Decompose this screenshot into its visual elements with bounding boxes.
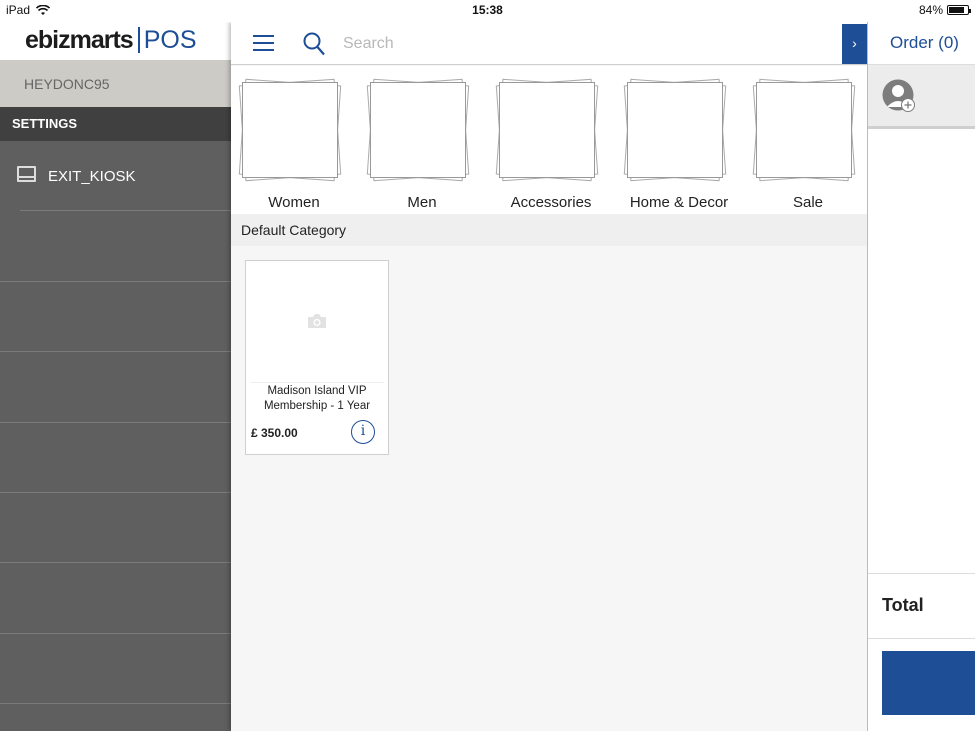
battery-percent: 84% — [918, 3, 943, 17]
battery-fill — [949, 7, 965, 13]
menu-icon[interactable] — [253, 35, 274, 51]
search-bar: › — [231, 22, 867, 65]
order-title[interactable]: Order (0) — [868, 22, 975, 65]
category-label: Sale — [792, 194, 824, 211]
category-image — [238, 78, 342, 182]
product-card[interactable]: Madison Island VIP Membership - 1 Year £… — [245, 260, 389, 455]
camera-icon — [308, 314, 326, 328]
product-price: £ 350.00 — [251, 426, 298, 440]
status-bar: iPad 15:38 84% — [0, 0, 975, 22]
add-customer-icon[interactable] — [882, 79, 916, 113]
search-icon[interactable] — [303, 32, 325, 56]
category-label: Women — [268, 194, 320, 211]
total-label: Total — [868, 573, 975, 639]
category-women[interactable]: Women — [234, 66, 354, 214]
sidebar-item-exit-kiosk[interactable]: EXIT_KIOSK — [0, 141, 231, 211]
product-image-placeholder — [246, 261, 388, 381]
category-image — [752, 78, 856, 182]
divider — [0, 703, 231, 704]
category-label: Accessories — [510, 194, 592, 211]
logo: ebizmarts POS — [25, 26, 197, 55]
sidebar: ebizmarts POS HEYDONC95 SETTINGS EXIT_KIO… — [0, 0, 231, 731]
divider — [0, 633, 231, 634]
order-panel: Order (0) Total — [867, 22, 975, 731]
divider — [0, 492, 231, 493]
status-right: 84% — [918, 3, 971, 17]
category-men[interactable]: Men — [362, 66, 482, 214]
info-icon[interactable]: i — [351, 420, 375, 444]
settings-section-header: SETTINGS — [0, 107, 231, 141]
status-time: 15:38 — [472, 3, 503, 17]
category-accessories[interactable]: Accessories — [491, 66, 611, 214]
tablet-icon — [17, 166, 36, 182]
category-sale[interactable]: Sale — [748, 66, 868, 214]
search-go-button[interactable]: › — [842, 24, 867, 64]
logo-text: ebizmarts — [25, 26, 134, 54]
category-strip: Women Men Accessories Home & Decor Sale — [231, 66, 867, 214]
sidebar-item-label: EXIT_KIOSK — [48, 168, 136, 185]
logo-divider — [137, 27, 140, 53]
customer-row[interactable] — [868, 65, 975, 129]
category-image — [495, 78, 599, 182]
divider — [0, 351, 231, 352]
username-label: HEYDONC95 — [0, 60, 231, 107]
divider — [0, 281, 231, 282]
search-input[interactable] — [343, 31, 823, 57]
divider — [0, 562, 231, 563]
category-label: Men — [407, 194, 437, 211]
category-image — [366, 78, 470, 182]
battery-icon — [947, 5, 971, 15]
category-image — [623, 78, 727, 182]
logo-pos-text: POS — [143, 26, 197, 54]
category-label: Home & Decor — [629, 194, 729, 211]
divider — [20, 210, 231, 211]
product-name: Madison Island VIP Membership - 1 Year — [250, 382, 384, 414]
section-title: Default Category — [231, 214, 867, 246]
catalog-panel: › Women Men Accessories Home & Decor Sal… — [231, 22, 867, 731]
logo-area: ebizmarts POS — [0, 22, 231, 60]
category-home-decor[interactable]: Home & Decor — [619, 66, 739, 214]
divider — [0, 422, 231, 423]
checkout-button[interactable] — [882, 651, 975, 715]
